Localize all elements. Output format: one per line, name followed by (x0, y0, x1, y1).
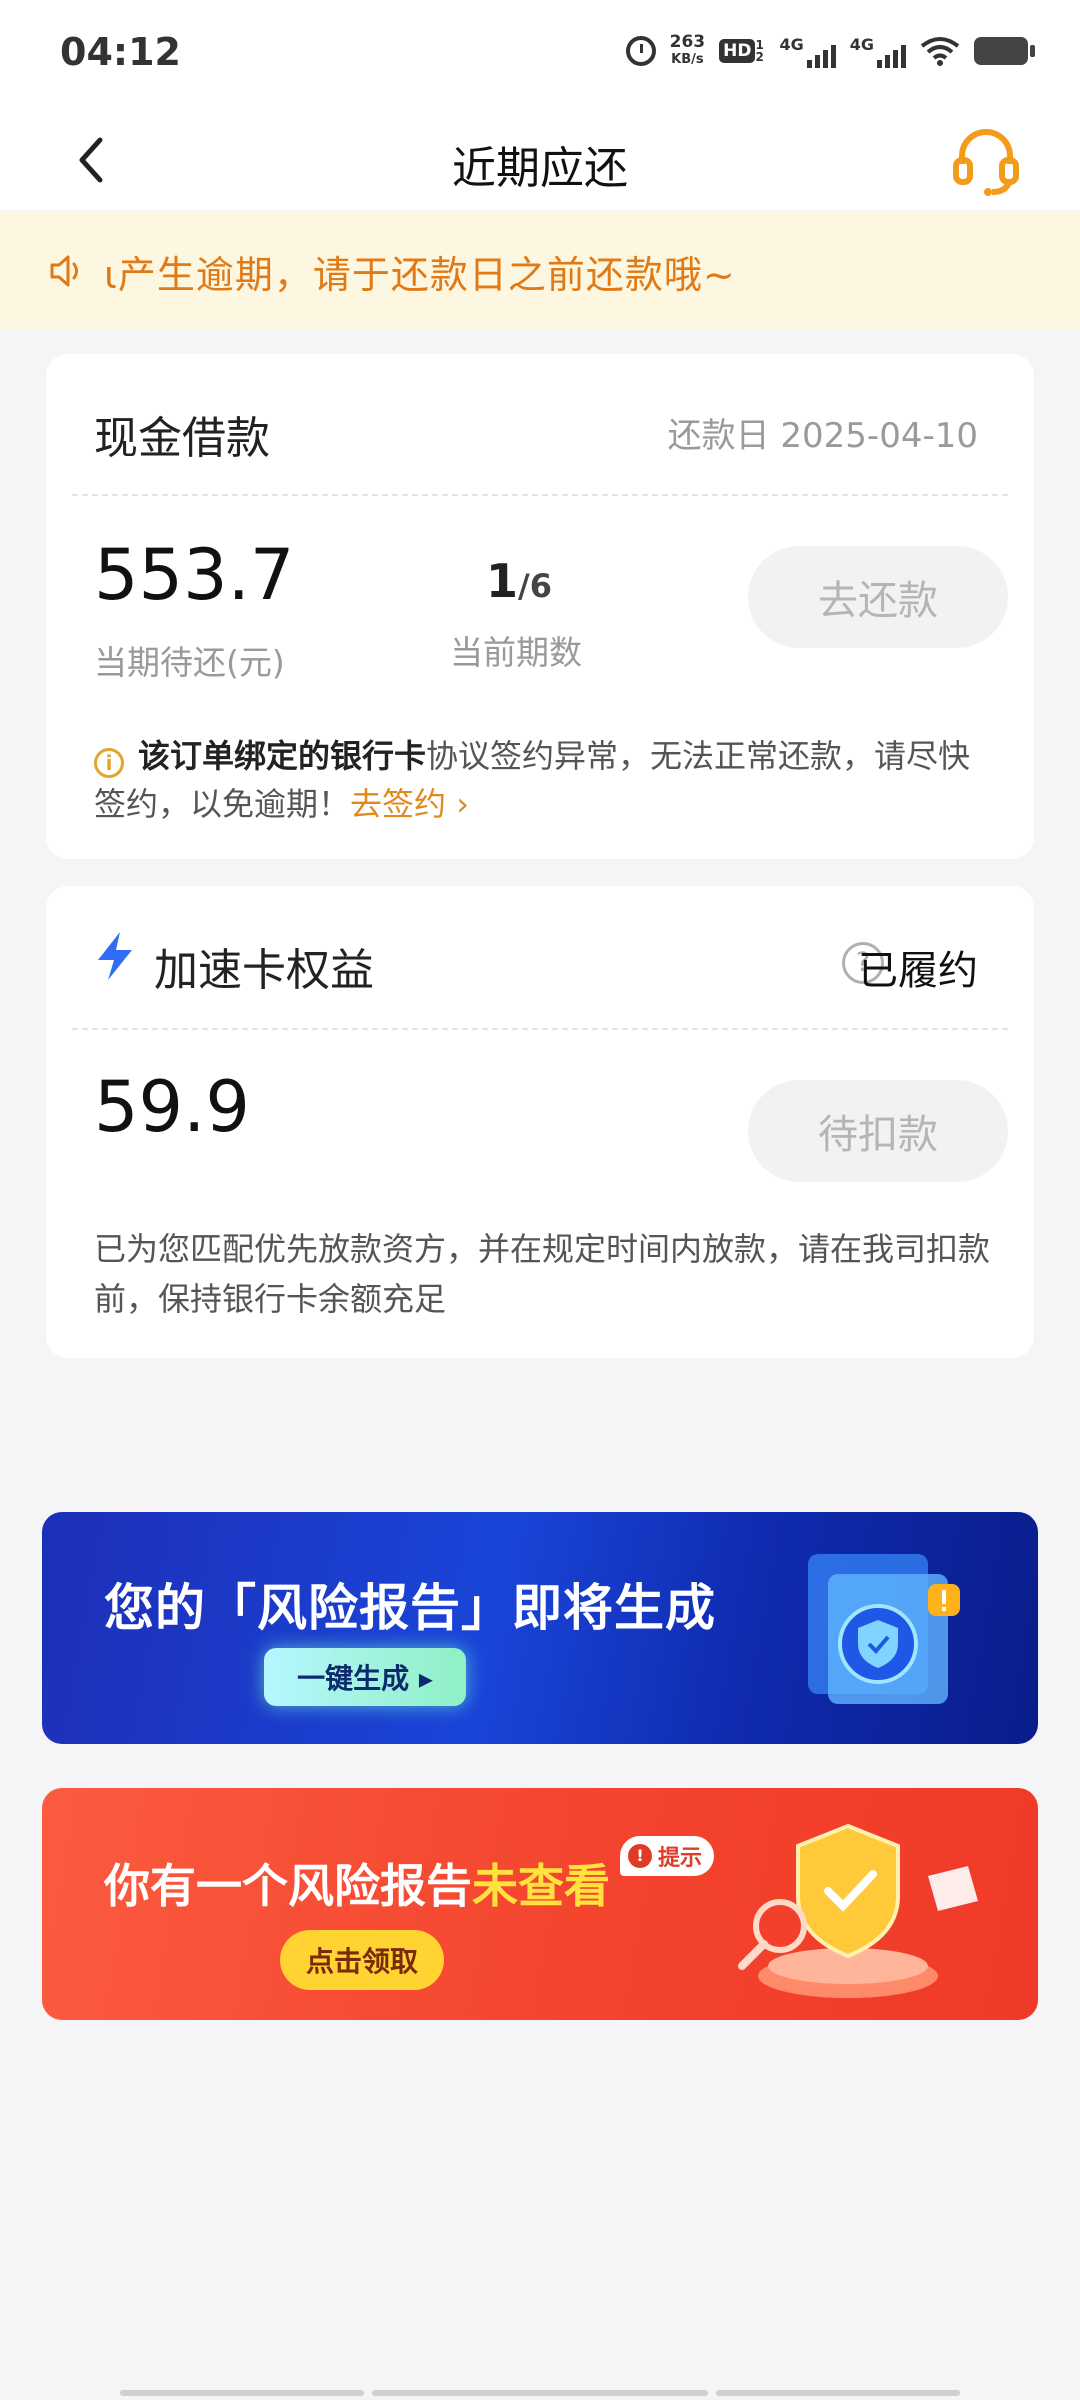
period-current: 1 (486, 554, 519, 608)
banner1-title-pre: 您的 (104, 1579, 206, 1637)
wifi-icon (920, 36, 960, 66)
network-speed-value: 263 (669, 32, 706, 52)
headset-icon (953, 129, 1019, 196)
signal-icon-sim2: 4G (850, 35, 906, 68)
hint-badge: ! 提示 (620, 1836, 715, 1876)
status-icons: 263 KB/s HD 1 2 4G 4G (625, 34, 1035, 68)
battery-icon (974, 37, 1035, 65)
period-total: /6 (518, 567, 552, 605)
hd-sub: 1 2 (755, 38, 764, 64)
unviewed-report-title: 你有一个风险报告未查看 (104, 1850, 610, 1916)
lightning-icon (98, 932, 132, 980)
hd-label: HD (719, 39, 756, 63)
network-speed-unit: KB/s (671, 52, 704, 67)
generate-report-button[interactable]: 一键生成 ▸ (264, 1648, 466, 1706)
claim-button[interactable]: 点击领取 (280, 1930, 444, 1990)
risk-report-banner[interactable]: 您的「风险报告」即将生成 一键生成 ▸ (42, 1512, 1038, 1744)
pending-deduction-button[interactable]: 待扣款 (748, 1080, 1008, 1182)
amount-due-label: 当期待还(元) (94, 643, 285, 682)
divider (72, 494, 1008, 496)
fulfilled-status: 已履约 (858, 948, 978, 994)
risk-report-banner-title: 您的「风险报告」即将生成 (104, 1568, 716, 1640)
network-speed: 263 KB/s (670, 34, 706, 68)
cash-loan-card: 现金借款 还款日 2025-04-10 553.7 当期待还(元) 1/6 当前… (46, 354, 1034, 859)
signal-label-sim1: 4G (779, 34, 804, 54)
notice-bar: ɩ产生逾期，请于还款日之前还款哦~ (0, 212, 1080, 330)
current-period-label: 当前期数 (450, 633, 582, 672)
nav-indicator-left (120, 2390, 364, 2396)
status-bar: 04:12 263 KB/s HD 1 2 4G 4G (0, 0, 1080, 110)
amount-due: 553.7 (94, 534, 295, 616)
sign-agreement-link[interactable]: 去签约 › (350, 785, 469, 823)
hd-voice-icon: HD 1 2 (719, 39, 765, 63)
speed-card: 加速卡权益 ? 已履约 59.9 待扣款 已为您匹配优先放款资方，并在规定时间内… (46, 886, 1034, 1358)
speed-card-title: 加速卡权益 (154, 945, 374, 996)
speaker-icon (50, 255, 78, 287)
bank-card-warning: i 该订单绑定的银行卡协议签约异常，无法正常还款，请尽快签约，以免逾期！去签约 › (94, 732, 998, 828)
nav-indicator-middle (372, 2390, 708, 2396)
notice-text: ɩ产生逾期，请于还款日之前还款哦~ (104, 252, 736, 297)
status-time: 04:12 (60, 30, 181, 74)
warning-bold: 该订单绑定的银行卡 (138, 737, 427, 775)
due-date: 还款日 2025-04-10 (667, 416, 978, 456)
hint-badge-label: 提示 (658, 1846, 703, 1871)
banner1-title-hl: 「风险报告」 (206, 1579, 512, 1637)
divider (72, 1028, 1008, 1030)
speed-card-description: 已为您匹配优先放款资方，并在规定时间内放款，请在我司扣款前，保持银行卡余额充足 (94, 1230, 991, 1318)
banner1-title-post: 即将生成 (512, 1579, 716, 1637)
banner2-title-hl: 未查看 (472, 1859, 610, 1913)
unviewed-report-banner[interactable]: 你有一个风险报告未查看 ! 提示 点击领取 (42, 1788, 1038, 2020)
customer-service-button[interactable] (948, 122, 1024, 198)
info-icon: i (94, 748, 124, 778)
banner2-title-pre: 你有一个风险报告 (104, 1859, 472, 1913)
signal-icon-sim1: 4G (779, 34, 836, 68)
current-period: 1/6 (486, 554, 552, 608)
speed-card-amount: 59.9 (94, 1066, 250, 1148)
alarm-icon (625, 36, 656, 66)
page-title: 近期应还 (452, 143, 628, 194)
gold-shield-illustration (738, 1823, 978, 1998)
shield-document-illustration (808, 1554, 960, 1704)
signal-label-sim2: 4G (849, 34, 874, 54)
nav-indicator-right (716, 2390, 960, 2396)
nav-bar: 近期应还 (0, 110, 1080, 210)
repay-button[interactable]: 去还款 (748, 546, 1008, 648)
alert-icon: ! (628, 1844, 652, 1868)
cash-loan-title: 现金借款 (94, 413, 270, 464)
